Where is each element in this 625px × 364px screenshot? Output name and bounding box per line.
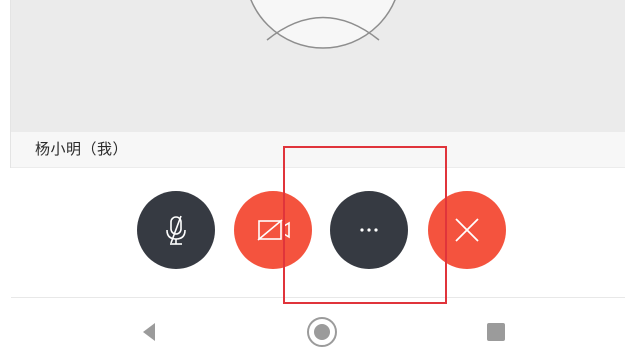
hang-up-button[interactable] (428, 191, 506, 269)
avatar-placeholder-icon (250, 0, 396, 49)
system-navigation-bar (0, 298, 625, 364)
recents-icon (487, 323, 505, 341)
participant-name-bar: 杨小明（我） (11, 132, 625, 168)
call-controls-bar (0, 168, 625, 298)
close-icon (455, 218, 479, 242)
camera-button[interactable] (234, 191, 312, 269)
nav-recents-button[interactable] (476, 312, 516, 352)
more-icon (360, 228, 378, 232)
nav-home-button[interactable] (302, 312, 342, 352)
mute-button[interactable] (137, 191, 215, 269)
home-icon (307, 317, 337, 347)
participant-name-label: 杨小明（我） (35, 140, 129, 158)
nav-back-button[interactable] (130, 312, 170, 352)
mic-off-icon (166, 215, 186, 245)
more-button[interactable] (330, 191, 408, 269)
camera-off-icon (257, 219, 290, 241)
back-icon (143, 323, 155, 341)
participant-video-area (11, 0, 625, 132)
